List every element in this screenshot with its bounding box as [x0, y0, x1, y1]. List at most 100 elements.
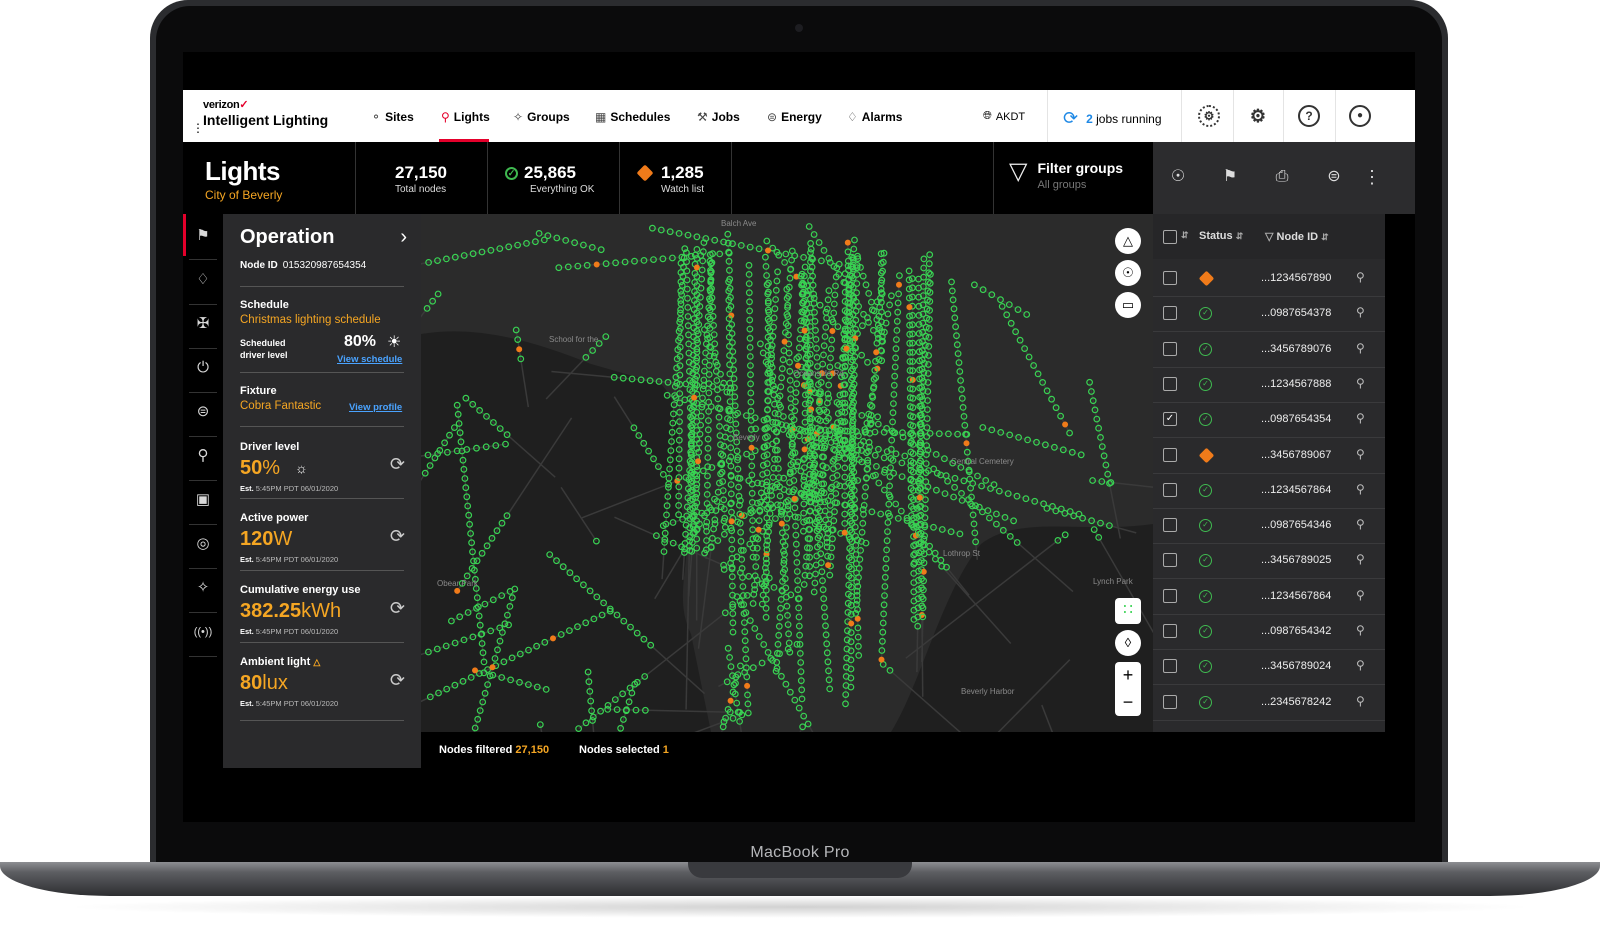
table-row[interactable]: ✓ ...0987654346 ⚲	[1153, 508, 1385, 545]
view-schedule-link[interactable]: View schedule	[337, 354, 402, 365]
location-pin-icon[interactable]: ⚲	[1356, 447, 1365, 461]
layers-icon[interactable]: ◊	[1115, 630, 1141, 656]
row-checkbox[interactable]	[1163, 659, 1177, 674]
row-checkbox[interactable]	[1163, 624, 1177, 638]
nav-sites[interactable]: ⚬ Sites	[371, 110, 414, 124]
status-column-header[interactable]: Status ⇵	[1199, 230, 1243, 242]
map-canvas[interactable]: Balch Ave School for the Oceanside Rd Ce…	[421, 214, 1153, 732]
refresh-icon[interactable]: ⟳	[390, 598, 405, 619]
refresh-icon[interactable]: ⟳	[390, 670, 405, 691]
plug-icon[interactable]: ⏻	[191, 356, 215, 380]
row-checkbox[interactable]	[1163, 306, 1177, 321]
table-row[interactable]: ✓ ...3456789024 ⚲	[1153, 649, 1385, 686]
chip-icon[interactable]: ▣	[191, 488, 215, 512]
sort-icon[interactable]: ⇵	[1181, 230, 1189, 241]
location-pin-icon[interactable]: ⚲	[1356, 376, 1365, 390]
fingerprint-icon[interactable]: ◎	[191, 532, 215, 556]
flag-icon[interactable]: ⚑	[1219, 166, 1241, 188]
table-row[interactable]: ✓ ...1234567864 ⚲	[1153, 473, 1385, 509]
table-row[interactable]: ✓ ✓ ...0987654354 ⚲	[1153, 402, 1385, 439]
user-icon[interactable]: ●	[1349, 105, 1371, 127]
row-checkbox[interactable]	[1163, 447, 1177, 462]
location-pin-icon[interactable]: ⚲	[1356, 411, 1365, 425]
refresh-icon[interactable]: ⟳	[390, 526, 405, 547]
location-pin-icon[interactable]: ⚲	[1356, 270, 1365, 284]
locate-icon[interactable]: ☉	[1115, 260, 1141, 286]
nav-schedules[interactable]: ▦ Schedules	[595, 110, 670, 124]
row-checkbox[interactable]	[1163, 341, 1177, 356]
street	[421, 239, 545, 265]
table-row[interactable]: ✓ ...0987654342 ⚲	[1153, 614, 1385, 650]
location-pin-icon[interactable]: ⚲	[1356, 658, 1365, 672]
table-row[interactable]: ✓ ...1234567864 ⚲	[1153, 579, 1385, 615]
table-row[interactable]: ✓ ...0987654378 ⚲	[1153, 296, 1385, 333]
stat-everything-ok[interactable]: ✓ 25,865 Everything OK	[505, 163, 594, 195]
location-pin-icon[interactable]: ⚲	[1356, 482, 1365, 496]
row-checkbox[interactable]	[1163, 518, 1177, 533]
refresh-icon[interactable]: ⟳	[390, 454, 405, 475]
nav-groups[interactable]: ✧ Groups	[513, 110, 570, 124]
stat-total-nodes[interactable]: 27,150 Total nodes	[395, 163, 447, 195]
table-row[interactable]: ✓ ...1234567888 ⚲	[1153, 367, 1385, 403]
table-row[interactable]: ...1234567890 ⚲	[1153, 261, 1385, 297]
map-view[interactable]: Balch Ave School for the Oceanside Rd Ce…	[421, 214, 1153, 732]
row-checkbox[interactable]	[1163, 588, 1177, 603]
view-profile-link[interactable]: View profile	[349, 402, 402, 413]
watch-node	[843, 345, 850, 352]
broadcast-icon[interactable]: ((•))	[191, 620, 215, 644]
jobs-running[interactable]: ⟳ 2 jobs running	[1063, 108, 1162, 129]
pole-icon[interactable]: ✠	[191, 312, 215, 336]
nav-alarms[interactable]: ♢ Alarms	[847, 110, 902, 124]
row-checkbox[interactable]	[1163, 694, 1177, 709]
list-scrollbar[interactable]	[1385, 214, 1415, 732]
table-row[interactable]: ✓ ...3456789025 ⚲	[1153, 543, 1385, 580]
timezone[interactable]: 🌐︎ AKDT	[983, 110, 1025, 123]
location-pin-icon[interactable]: ⚲	[1356, 517, 1365, 531]
network-icon[interactable]: ✧	[191, 576, 215, 600]
gear-icon[interactable]: ⚙	[1247, 105, 1269, 127]
location-pin-icon[interactable]: ⚲	[1356, 694, 1365, 708]
screen-icon[interactable]: ▭	[1115, 292, 1141, 318]
row-checkbox[interactable]	[1163, 482, 1177, 497]
help-icon[interactable]: ?	[1298, 105, 1320, 127]
export-icon[interactable]: ⎙	[1271, 166, 1293, 188]
select-all-checkbox[interactable]	[1163, 230, 1177, 244]
stat-watch-list[interactable]: 1,285 Watch list	[636, 163, 704, 195]
nav-lights[interactable]: ⚲ Lights	[441, 110, 490, 124]
bell-icon[interactable]: ♢	[191, 268, 215, 292]
light-search-icon[interactable]: ☉	[1167, 166, 1189, 188]
meter-icon[interactable]: ⊜	[191, 400, 215, 424]
polygon-select-icon[interactable]: △	[1115, 228, 1141, 254]
zoom-out-button[interactable]: −	[1115, 689, 1141, 716]
node-id-cell: ...1234567864	[1261, 483, 1332, 496]
location-pin-icon[interactable]: ⚲	[1356, 305, 1365, 319]
node-id-column-header[interactable]: ▽ Node ID ⇵	[1265, 230, 1329, 243]
location-pin-icon[interactable]: ⚲	[1356, 341, 1365, 355]
brand-logo[interactable]: verizon✓ Intelligent Lighting ⋮	[192, 98, 328, 135]
zoom-in-button[interactable]: +	[1115, 662, 1141, 689]
legend-icon[interactable]: ∷	[1115, 598, 1141, 624]
row-checkbox[interactable]	[1163, 553, 1177, 568]
admin-settings-icon[interactable]: ⚙	[1198, 105, 1220, 127]
row-checkbox[interactable]: ✓	[1163, 412, 1177, 427]
location-pin-icon[interactable]: ⚲	[1356, 623, 1365, 637]
location-pin-icon[interactable]: ⚲	[191, 444, 215, 468]
scheduled-driver-label: Scheduled driver level	[240, 337, 288, 361]
table-row[interactable]: ✓ ...3456789076 ⚲	[1153, 332, 1385, 368]
table-row[interactable]: ✓ ...2345678242 ⚲	[1153, 685, 1385, 721]
check-circle-icon: ✓	[1199, 342, 1212, 356]
operation-icon[interactable]: ⚑	[191, 224, 215, 248]
more-menu-icon[interactable]: ⋮	[1361, 166, 1383, 188]
location-pin-icon[interactable]: ⚲	[1356, 552, 1365, 566]
chevron-right-icon[interactable]: ›	[400, 226, 407, 249]
nav-energy[interactable]: ⊜ Energy	[767, 110, 822, 124]
energy-meter-icon[interactable]: ⊜	[1323, 166, 1345, 188]
location-pin-icon[interactable]: ⚲	[1356, 588, 1365, 602]
table-row[interactable]: ...3456789067 ⚲	[1153, 438, 1385, 474]
node-id-cell: ...3456789024	[1261, 660, 1332, 673]
row-checkbox[interactable]	[1163, 376, 1177, 391]
row-checkbox[interactable]	[1163, 271, 1177, 285]
filter-groups[interactable]: ▽ Filter groups All groups	[1009, 160, 1123, 192]
menu-dots-icon[interactable]: ⋮	[192, 121, 204, 135]
nav-jobs[interactable]: ⚒ Jobs	[697, 110, 740, 124]
